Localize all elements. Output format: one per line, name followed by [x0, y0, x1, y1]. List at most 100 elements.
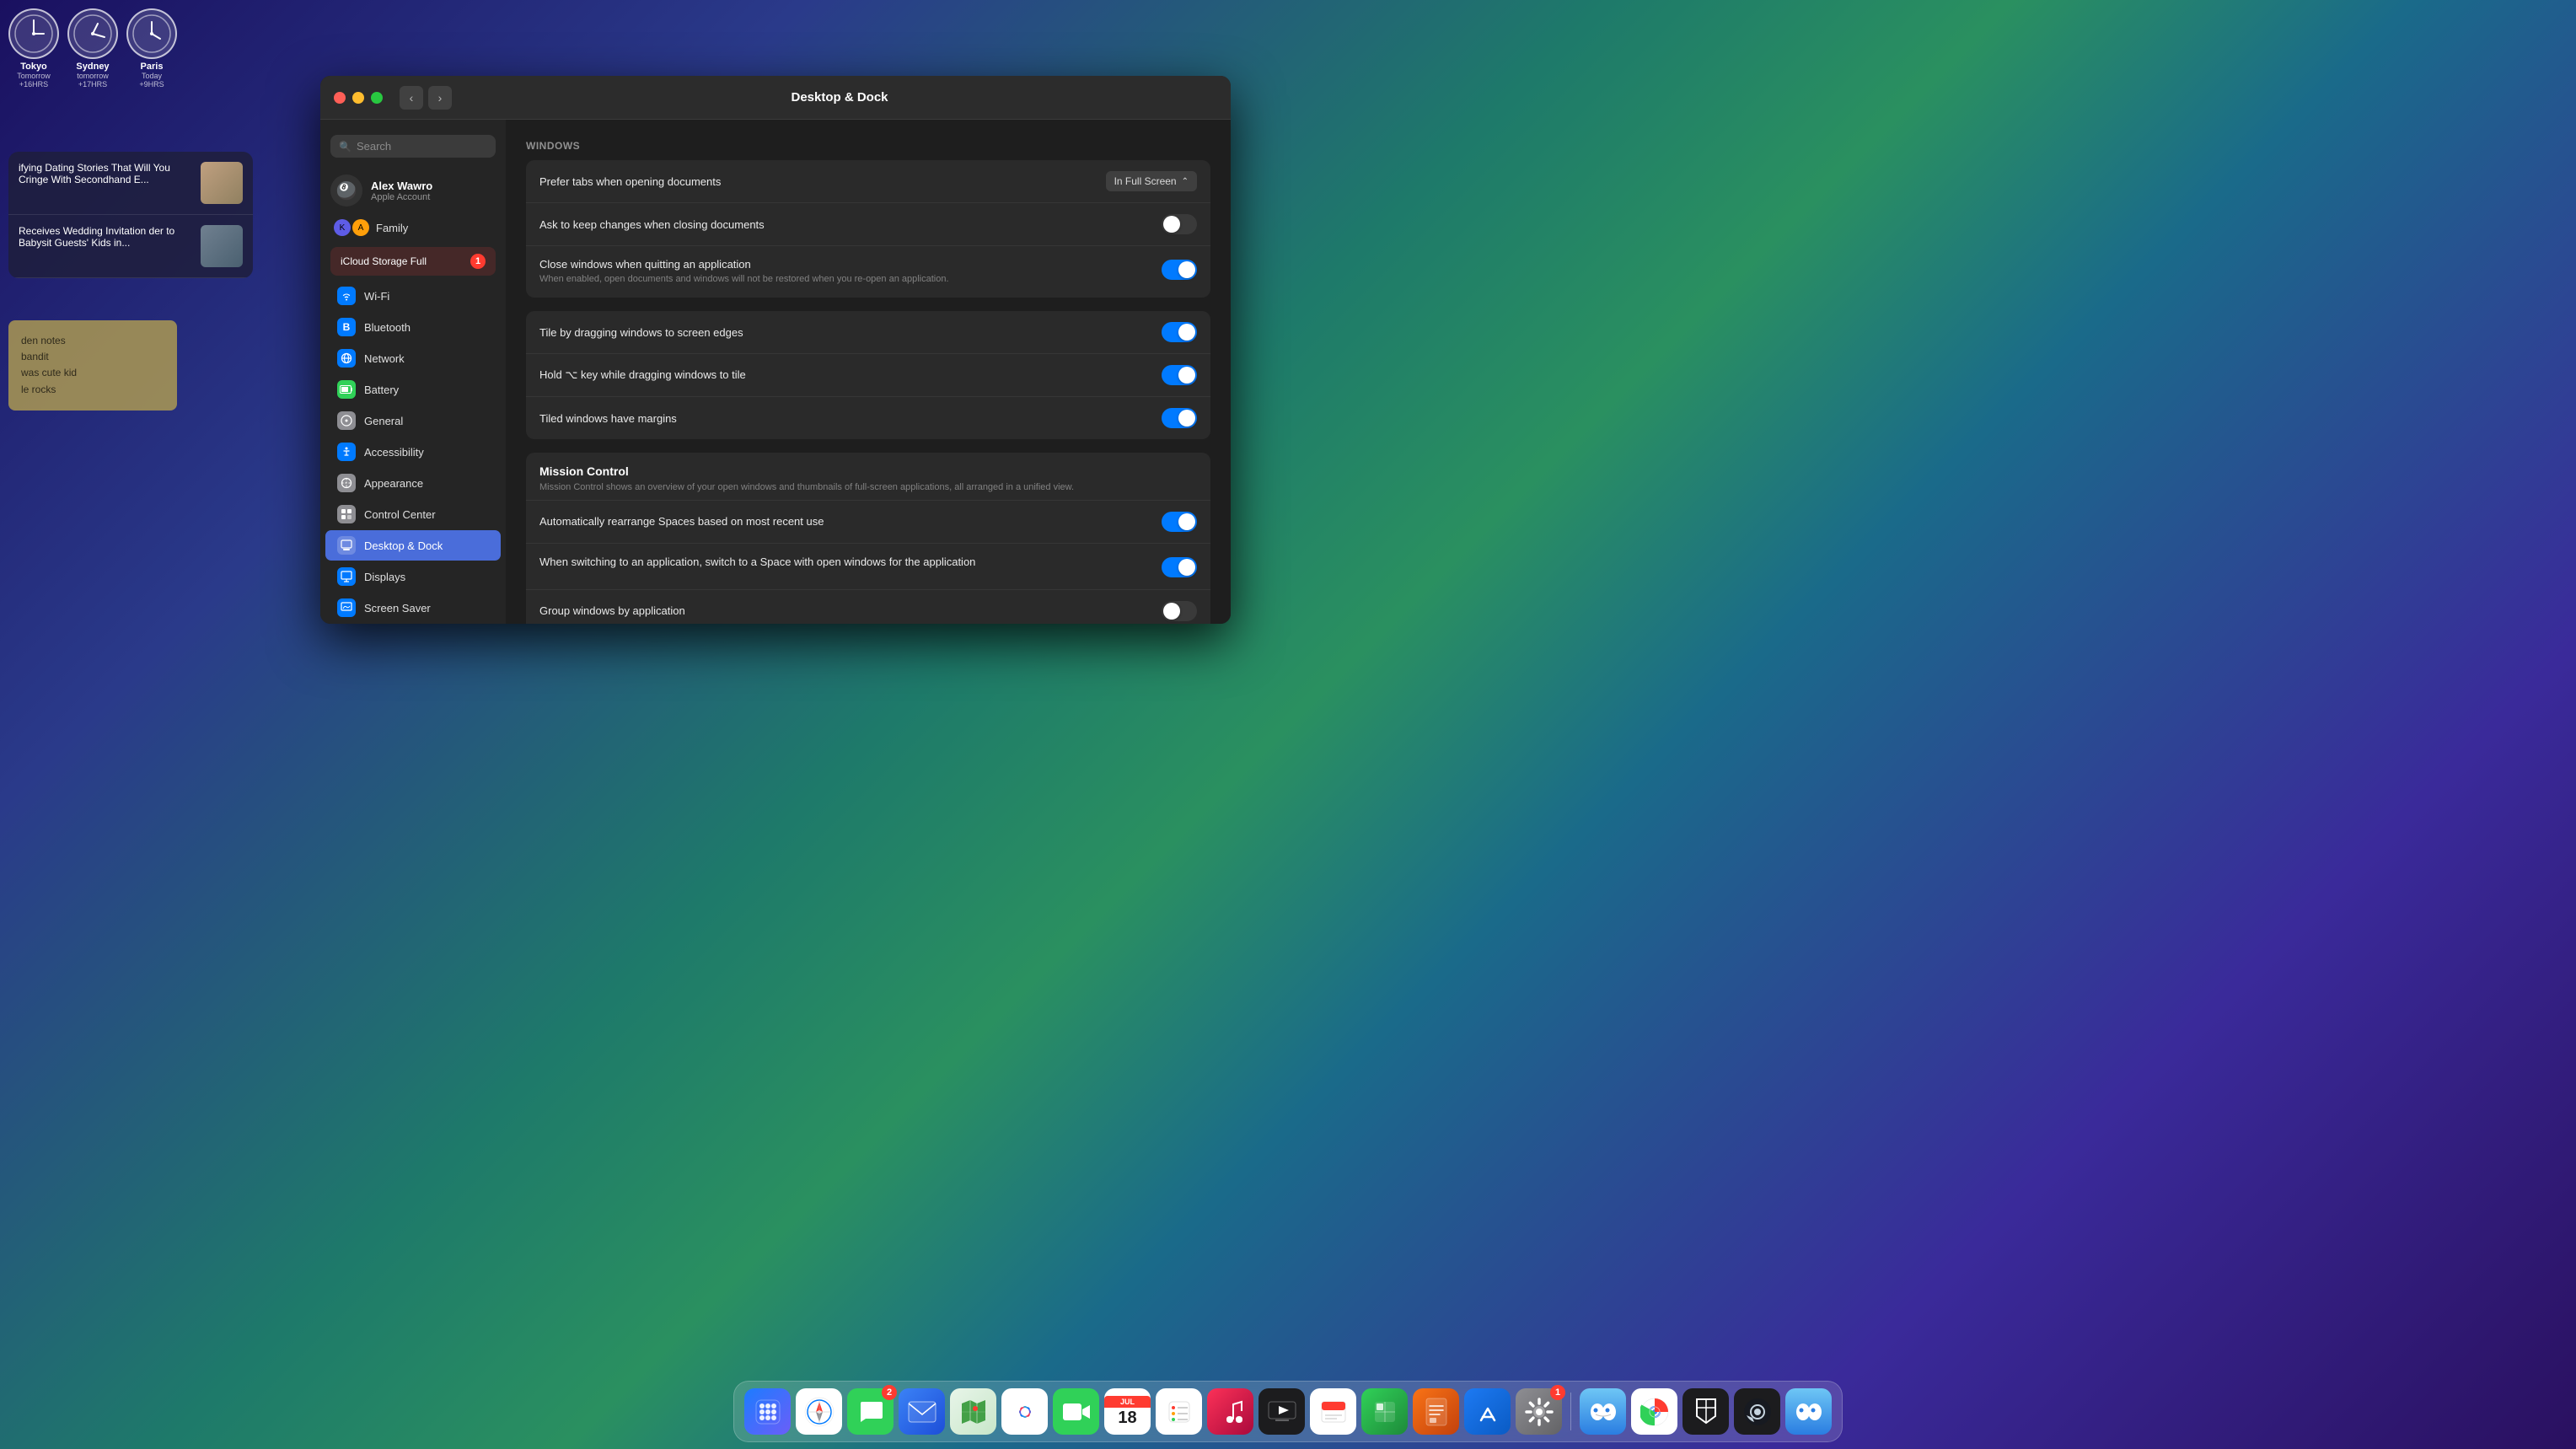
clock-paris: Paris Today +9HRS: [126, 8, 177, 89]
search-input[interactable]: [357, 140, 487, 153]
ask-changes-toggle[interactable]: [1162, 214, 1197, 234]
dock-icon-music[interactable]: [1207, 1388, 1253, 1435]
dock-icon-mail[interactable]: [899, 1388, 945, 1435]
dock-icon-launchpad[interactable]: [744, 1388, 791, 1435]
windows-card: Prefer tabs when opening documents In Fu…: [526, 160, 1210, 298]
sidebar-item-control[interactable]: Control Center: [325, 499, 501, 529]
sidebar-item-screensaver[interactable]: Screen Saver: [325, 593, 501, 623]
dock-icon-maps[interactable]: [950, 1388, 996, 1435]
close-button[interactable]: [334, 92, 346, 104]
dock-icon-news[interactable]: [1310, 1388, 1356, 1435]
sysprefs-badge: 1: [1550, 1385, 1565, 1400]
ask-changes-row: Ask to keep changes when closing documen…: [526, 203, 1210, 246]
sidebar: 🔍 🎱 Alex Wawro Apple Account K A: [320, 120, 506, 624]
avatar: 🎱: [330, 174, 362, 207]
minimize-button[interactable]: [352, 92, 364, 104]
sidebar-item-displays[interactable]: Displays: [325, 561, 501, 592]
news-thumbnail-1: [201, 162, 243, 204]
close-windows-sublabel: When enabled, open documents and windows…: [539, 273, 1151, 286]
sidebar-item-wifi[interactable]: Wi-Fi: [325, 281, 501, 311]
user-name: Alex Wawro: [371, 180, 432, 192]
dock-icon-safari[interactable]: [796, 1388, 842, 1435]
sidebar-item-accessibility[interactable]: Accessibility: [325, 437, 501, 467]
battery-icon: [337, 380, 356, 399]
auto-rearrange-toggle[interactable]: [1162, 512, 1197, 532]
dock-icon-finder[interactable]: [1580, 1388, 1626, 1435]
sidebar-label-bluetooth: Bluetooth: [364, 321, 411, 334]
sidebar-item-battery[interactable]: Battery: [325, 374, 501, 405]
tiled-margins-label: Tiled windows have margins: [539, 412, 1151, 425]
switch-space-toggle[interactable]: [1162, 557, 1197, 577]
system-preferences-window: ‹ › Desktop & Dock 🔍 🎱 Alex Wawro Apple …: [320, 76, 1231, 624]
hold-key-toggle[interactable]: [1162, 365, 1197, 385]
dock-icon-epicgames[interactable]: [1682, 1388, 1729, 1435]
dropdown-value: In Full Screen: [1114, 175, 1177, 187]
icloud-badge: 1: [470, 254, 486, 269]
dock-icon-appstore[interactable]: [1464, 1388, 1511, 1435]
switch-space-label: When switching to an application, switch…: [539, 555, 1151, 568]
tile-drag-label: Tile by dragging windows to screen edges: [539, 326, 1151, 339]
accessibility-icon: [337, 443, 356, 461]
user-section[interactable]: 🎱 Alex Wawro Apple Account: [320, 168, 506, 213]
news-item-2[interactable]: Receives Wedding Invitation der to Babys…: [8, 215, 253, 278]
news-widget: ifying Dating Stories That Will You Crin…: [8, 152, 253, 278]
sidebar-item-bluetooth[interactable]: B Bluetooth: [325, 312, 501, 342]
sidebar-label-desktop: Desktop & Dock: [364, 539, 443, 552]
notes-content: den notes bandit was cute kid le rocks: [21, 333, 164, 398]
sidebar-item-family[interactable]: K A Family: [320, 213, 506, 242]
dock-icon-steam[interactable]: [1734, 1388, 1780, 1435]
dock-icon-finder2[interactable]: [1785, 1388, 1832, 1435]
clock-sydney: Sydney tomorrow +17HRS: [67, 8, 118, 89]
sidebar-label-control: Control Center: [364, 508, 436, 521]
general-icon: [337, 411, 356, 430]
dock-separator: [1570, 1393, 1571, 1430]
dock-icon-facetime[interactable]: [1053, 1388, 1099, 1435]
network-icon: [337, 349, 356, 368]
dock-icon-pages[interactable]: [1413, 1388, 1459, 1435]
toggle-knob: [1178, 367, 1195, 384]
sidebar-item-network[interactable]: Network: [325, 343, 501, 373]
dock-icon-reminders[interactable]: [1156, 1388, 1202, 1435]
dock-icon-messages[interactable]: 2: [847, 1388, 894, 1435]
tiled-margins-toggle[interactable]: [1162, 408, 1197, 428]
close-windows-label: Close windows when quitting an applicati…: [539, 258, 1151, 271]
family-avatars: K A: [334, 219, 369, 236]
notes-widget: den notes bandit was cute kid le rocks: [8, 320, 177, 411]
forward-button[interactable]: ›: [428, 86, 452, 110]
sidebar-item-general[interactable]: General: [325, 405, 501, 436]
dock-icon-appletv[interactable]: [1258, 1388, 1305, 1435]
messages-badge: 2: [882, 1385, 897, 1400]
traffic-lights: [334, 92, 383, 104]
close-windows-toggle[interactable]: [1162, 260, 1197, 280]
appearance-icon: [337, 474, 356, 492]
mission-control-desc: Mission Control shows an overview of you…: [539, 481, 1197, 494]
sidebar-label-appearance: Appearance: [364, 477, 423, 490]
maximize-button[interactable]: [371, 92, 383, 104]
search-box[interactable]: 🔍: [330, 135, 496, 158]
dock-icon-chrome[interactable]: [1631, 1388, 1677, 1435]
prefer-tabs-row: Prefer tabs when opening documents In Fu…: [526, 160, 1210, 203]
back-button[interactable]: ‹: [400, 86, 423, 110]
sidebar-item-desktop[interactable]: Desktop & Dock: [325, 530, 501, 561]
sidebar-item-appearance[interactable]: Appearance: [325, 468, 501, 498]
sidebar-label-battery: Battery: [364, 384, 399, 396]
auto-rearrange-row: Automatically rearrange Spaces based on …: [526, 501, 1210, 544]
bluetooth-icon: B: [337, 318, 356, 336]
main-content: Windows Prefer tabs when opening documen…: [506, 120, 1231, 624]
dock-icon-calendar[interactable]: JUL 18: [1104, 1388, 1151, 1435]
prefer-tabs-dropdown[interactable]: In Full Screen ⌃: [1106, 171, 1197, 191]
dock-icon-photos[interactable]: [1001, 1388, 1048, 1435]
clock-tokyo: Tokyo Tomorrow +16HRS: [8, 8, 59, 89]
dock-icon-sysprefs[interactable]: 1: [1516, 1388, 1562, 1435]
group-windows-toggle[interactable]: [1162, 601, 1197, 621]
family-avatar-1: K: [334, 219, 351, 236]
news-item-1[interactable]: ifying Dating Stories That Will You Crin…: [8, 152, 253, 215]
toggle-knob: [1178, 410, 1195, 427]
clock-face-tokyo: [8, 8, 59, 59]
toggle-knob: [1163, 216, 1180, 233]
icloud-banner[interactable]: iCloud Storage Full 1: [330, 247, 496, 276]
dock-icon-numbers[interactable]: [1361, 1388, 1408, 1435]
clocks-widget: Tokyo Tomorrow +16HRS Sydney tomorrow +1…: [8, 8, 177, 89]
toggle-knob: [1178, 261, 1195, 278]
tile-drag-toggle[interactable]: [1162, 322, 1197, 342]
